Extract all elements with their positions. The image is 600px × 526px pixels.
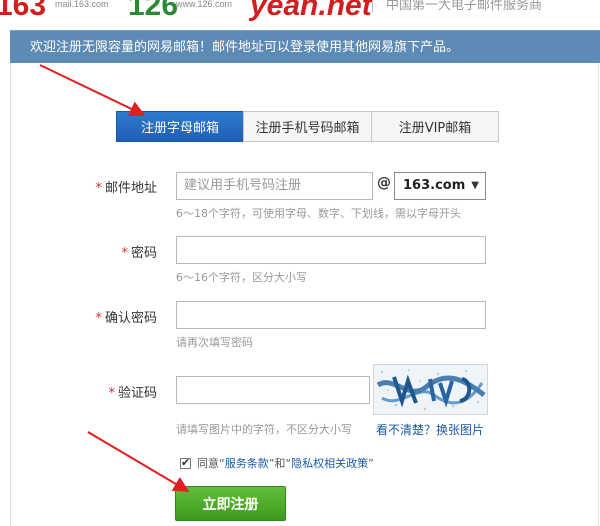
captcha-noise-image bbox=[374, 365, 487, 414]
captcha-input[interactable] bbox=[176, 376, 370, 404]
confirm-password-label: * 确认密码 bbox=[37, 307, 157, 326]
email-label: * 邮件地址 bbox=[37, 177, 157, 196]
triangle-down-icon: ▼ bbox=[471, 180, 479, 191]
logo-strip: 163 mail.163.com 126 www.126.com yeah.ne… bbox=[0, 0, 600, 28]
agreement-suffix: ” bbox=[368, 456, 374, 470]
email-label-text: 邮件地址 bbox=[104, 181, 157, 196]
logo-126[interactable]: 126 bbox=[128, 0, 178, 21]
confirm-password-label-text: 确认密码 bbox=[104, 311, 157, 326]
captcha-label: * 验证码 bbox=[37, 382, 157, 401]
password-hint: 6～16个字符，区分大小写 bbox=[176, 271, 307, 284]
tab-vip-email[interactable]: 注册VIP邮箱 bbox=[371, 111, 499, 142]
agreement-checkbox[interactable] bbox=[180, 456, 191, 469]
tab-mobile-email[interactable]: 注册手机号码邮箱 bbox=[243, 111, 372, 142]
header-slogan: 中国第一大电子邮件服务商 bbox=[386, 0, 543, 13]
required-mark: * bbox=[121, 246, 128, 261]
logo-163[interactable]: 163 bbox=[0, 0, 46, 21]
email-input[interactable]: 建议用手机号码注册 bbox=[176, 172, 373, 200]
required-mark: * bbox=[95, 181, 102, 196]
tab-letter-email-label: 注册字母邮箱 bbox=[140, 121, 219, 136]
confirm-password-input[interactable] bbox=[176, 301, 486, 329]
register-button-label: 立即注册 bbox=[202, 496, 259, 513]
refresh-captcha-link[interactable]: 看不清楚？换张图片 bbox=[376, 421, 484, 438]
email-hint: 6～18个字符，可使用字母、数字、下划线，需以字母开头 bbox=[176, 207, 461, 220]
logo-yeah[interactable]: yeah.net bbox=[250, 0, 372, 21]
info-bar-text: 欢迎注册无限容量的网易邮箱！邮件地址可以登录使用其他网易旗下产品。 bbox=[30, 40, 460, 55]
email-input-placeholder: 建议用手机号码注册 bbox=[184, 178, 302, 193]
info-bar: 欢迎注册无限容量的网易邮箱！邮件地址可以登录使用其他网易旗下产品。 bbox=[10, 30, 600, 63]
logo-divider bbox=[372, 0, 373, 12]
register-button[interactable]: 立即注册 bbox=[175, 486, 286, 521]
captcha-image[interactable] bbox=[373, 364, 488, 415]
captcha-hint: 请填写图片中的字符，不区分大小写 bbox=[176, 423, 352, 436]
required-mark: * bbox=[108, 386, 115, 401]
password-label-text: 密码 bbox=[130, 246, 157, 261]
agreement-middle: ”和“ bbox=[268, 457, 292, 470]
password-label: * 密码 bbox=[37, 242, 157, 261]
agreement-prefix: 同意“ bbox=[197, 457, 225, 470]
tab-mobile-email-label: 注册手机号码邮箱 bbox=[255, 121, 360, 136]
logo-126-url: www.126.com bbox=[176, 0, 233, 9]
required-mark: * bbox=[95, 311, 102, 326]
captcha-label-text: 验证码 bbox=[117, 386, 157, 401]
email-domain-value: 163.com bbox=[403, 178, 466, 193]
tab-vip-email-label: 注册VIP邮箱 bbox=[398, 121, 472, 136]
email-domain-select[interactable]: 163.com ▼ bbox=[394, 172, 486, 200]
at-sign: @ bbox=[377, 175, 391, 191]
password-input[interactable] bbox=[176, 236, 486, 264]
registration-tabs: 注册字母邮箱 注册手机号码邮箱 注册VIP邮箱 bbox=[116, 111, 499, 142]
confirm-password-hint: 请再次填写密码 bbox=[176, 336, 253, 349]
terms-link[interactable]: 服务条款 bbox=[225, 455, 269, 471]
logo-163-url: mail.163.com bbox=[55, 0, 109, 9]
agreement-row: 同意“服务条款”和“隐私权相关政策” bbox=[180, 455, 374, 471]
tab-letter-email[interactable]: 注册字母邮箱 bbox=[116, 111, 244, 142]
privacy-link[interactable]: 隐私权相关政策 bbox=[291, 455, 368, 471]
